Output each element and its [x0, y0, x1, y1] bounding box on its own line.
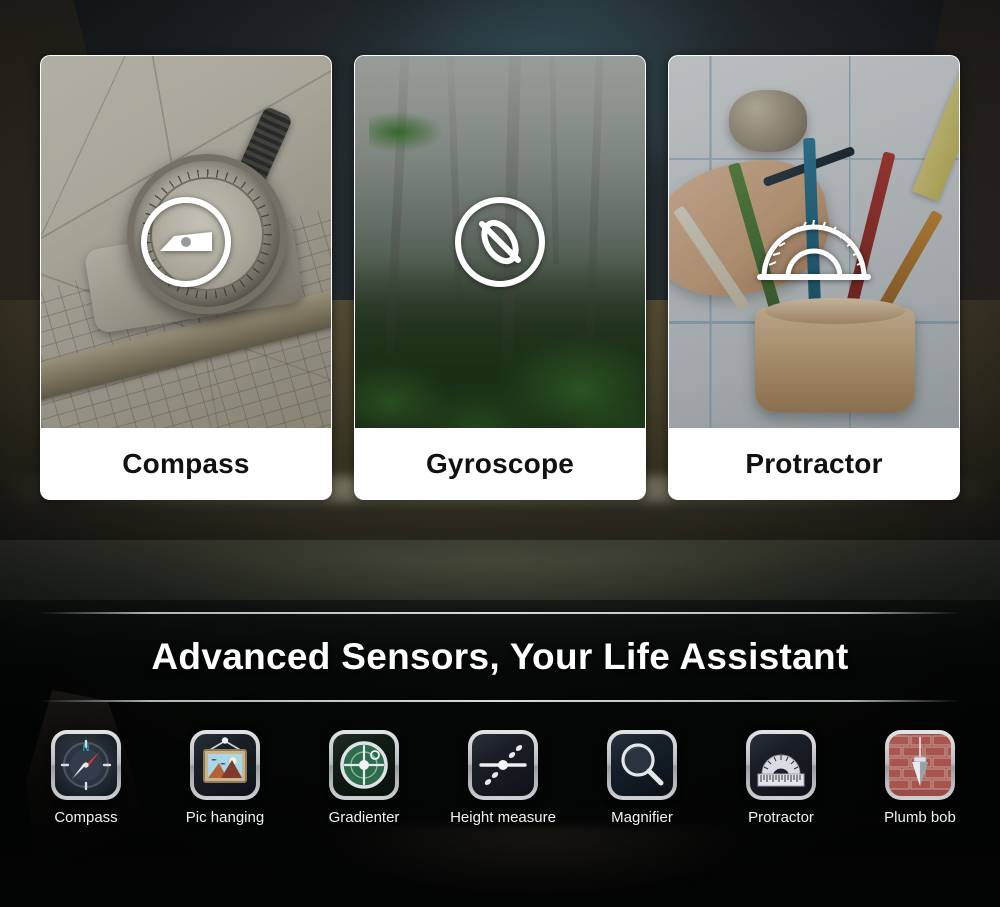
- card-title: Gyroscope: [425, 447, 575, 479]
- feature-card-gyroscope[interactable]: Gyroscope: [354, 55, 646, 500]
- feature-card-compass[interactable]: Compass: [40, 55, 332, 500]
- app-label: Magnifier: [611, 809, 673, 826]
- gyroscope-outline-icon: [455, 197, 545, 287]
- card-title: Protractor: [745, 447, 883, 479]
- feature-card-protractor[interactable]: Protractor: [668, 55, 960, 500]
- headline-band: Advanced Sensors, Your Life Assistant: [0, 612, 1000, 702]
- protractor-outline-icon: [757, 219, 871, 280]
- misty-forest-photo: [355, 56, 645, 428]
- plumb-bob-app-icon[interactable]: [885, 730, 955, 800]
- compass-app-icon[interactable]: N: [51, 730, 121, 800]
- card-title: Compass: [122, 447, 250, 479]
- desk-with-pencils-photo: [669, 56, 959, 428]
- compass-outline-icon: [141, 197, 231, 287]
- picture-frame-app-icon[interactable]: [190, 730, 260, 800]
- app-label: Plumb bob: [884, 809, 956, 826]
- card-label-compass: Compass: [41, 428, 331, 499]
- app-item-height-measure[interactable]: Height measure: [450, 730, 556, 826]
- app-item-plumb-bob[interactable]: Plumb bob: [874, 730, 966, 826]
- divider-line-bottom: [40, 700, 960, 702]
- app-label: Height measure: [450, 809, 556, 826]
- protractor-app-icon[interactable]: [746, 730, 816, 800]
- app-label: Compass: [54, 809, 118, 826]
- height-measure-app-icon[interactable]: [468, 730, 538, 800]
- feature-card-row: Compass Gyroscope Protractor: [0, 55, 1000, 500]
- card-label-protractor: Protractor: [669, 428, 959, 499]
- app-item-gradienter[interactable]: Gradienter: [318, 730, 410, 826]
- compass-on-map-photo: [41, 56, 331, 428]
- card-label-gyroscope: Gyroscope: [355, 428, 645, 499]
- app-icon-row: N Compass Pic hanging Gradienter Height …: [0, 730, 1000, 826]
- app-item-magnifier[interactable]: Magnifier: [596, 730, 688, 826]
- app-item-compass[interactable]: N Compass: [40, 730, 132, 826]
- app-label: Protractor: [748, 809, 814, 826]
- app-label: Pic hanging: [185, 809, 265, 826]
- svg-text:N: N: [83, 743, 90, 753]
- page-title: Advanced Sensors, Your Life Assistant: [151, 636, 849, 677]
- magnifier-app-icon[interactable]: [607, 730, 677, 800]
- app-item-pic-hanging[interactable]: Pic hanging: [179, 730, 271, 826]
- app-item-protractor[interactable]: Protractor: [735, 730, 827, 826]
- bubble-level-app-icon[interactable]: [329, 730, 399, 800]
- app-label: Gradienter: [328, 809, 400, 826]
